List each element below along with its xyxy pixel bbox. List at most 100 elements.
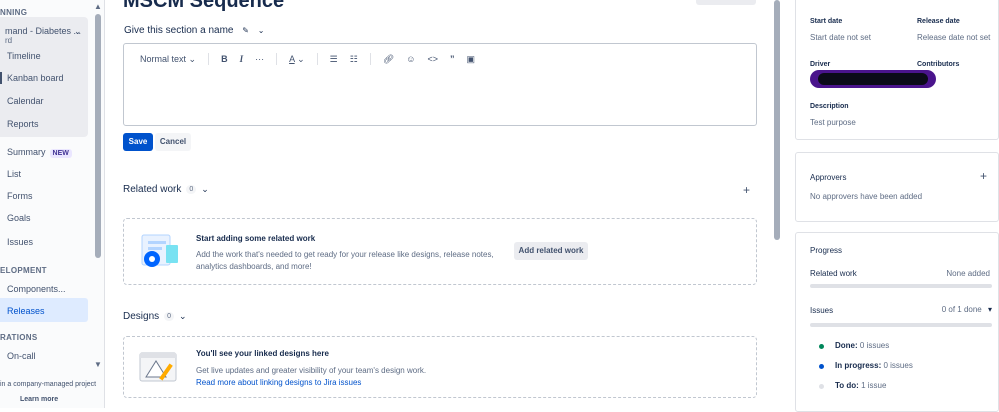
code-icon[interactable]: <> [427,54,438,64]
text-color-icon[interactable]: A ⌄ [289,54,305,65]
rich-text-editor[interactable]: Normal text ⌄ B I ··· A ⌄ ☰ ☷ 🔗︎ ☺ <> ” … [123,43,757,126]
bold-icon[interactable]: B [221,54,228,64]
sidebar-section-planning: NNING [0,8,28,17]
release-date-field[interactable]: Release date not set [917,33,990,42]
related-work-count: 0 [186,185,197,194]
main-content: MSCM Sequence · Give this section a name… [105,0,785,408]
more-formatting-icon[interactable]: ··· [255,54,264,64]
details-panel: Start date Start date not set Release da… [795,0,999,412]
todo-label: To do: [835,381,859,390]
redaction-mark [818,73,928,85]
sidebar-item-reports[interactable]: Reports [7,119,39,129]
toolbar-divider [276,53,278,65]
designs-illustration [139,352,177,382]
emoji-icon[interactable]: ☺ [406,54,415,64]
sidebar-item-releases[interactable]: Releases [7,306,45,316]
add-related-work-plus-icon[interactable]: + [743,183,750,197]
chevron-down-icon[interactable]: ⌄ [258,26,265,35]
chevron-down-icon[interactable]: ⌄ [201,184,209,195]
page-title[interactable]: MSCM Sequence [123,0,284,13]
sidebar-item-components[interactable]: Components... [7,284,66,294]
issues-done-select[interactable]: 0 of 1 done ▾ [942,305,992,314]
numbered-list-icon[interactable]: ☷ [350,54,358,65]
sidebar-item-goals[interactable]: Goals [7,213,31,223]
progress-issues-label: Issues [810,306,834,315]
approvers-empty-text: No approvers have been added [810,192,923,201]
section-name-placeholder: Give this section a name [124,25,234,36]
text-style-label: Normal text [140,53,187,64]
related-work-title: Start adding some related work [196,234,316,243]
in-progress-status-dot [819,364,824,369]
more-icon[interactable]: · [605,0,608,5]
pencil-icon[interactable]: ✎ [242,26,249,35]
issues-done-value: 0 of 1 done [941,305,982,314]
sidebar-scroll-thumb[interactable] [95,14,101,258]
toolbar-divider [316,53,318,65]
designs-header[interactable]: Designs 0 ⌄ [123,311,187,322]
todo-stat: To do: 1 issue [835,381,886,390]
in-progress-label: In progress: [835,361,882,370]
todo-status-dot [819,384,824,389]
sidebar-item-timeline[interactable]: Timeline [7,51,41,61]
related-work-header[interactable]: Related work 0 ⌄ [123,184,209,195]
new-badge: NEW [49,149,72,158]
main-scroll-thumb[interactable] [774,0,780,240]
done-value: 0 issues [859,341,890,350]
description-label: Description [810,103,849,110]
progress-heading: Progress [810,246,843,255]
sidebar-item-summary[interactable]: Summary NEW [7,147,72,158]
sidebar-item-label: Summary [7,147,46,157]
release-date-label: Release date [917,18,960,25]
project-name[interactable]: mand - Diabetes ... [5,26,81,36]
sidebar-footer-text: in a company-managed project [0,381,97,388]
issues-progress-bar [810,323,992,327]
driver-label: Driver [810,61,831,68]
cancel-button[interactable]: Cancel [155,133,191,151]
driver-field[interactable] [810,70,936,88]
release-details-card: Start date Start date not set Release da… [795,0,999,140]
sidebar-item-marker [0,72,2,84]
sidebar-item-kanban-board[interactable]: Kanban board [7,73,64,83]
contributors-label: Contributors [917,61,960,68]
done-status-dot [819,344,824,349]
chevron-down-icon[interactable]: ⌄ [179,311,187,322]
editor-toolbar: Normal text ⌄ B I ··· A ⌄ ☰ ☷ 🔗︎ ☺ <> ” … [140,52,475,66]
sidebar-scrollbar[interactable]: ▲ ▼ [94,2,102,369]
related-work-illustration [141,234,178,267]
progress-related-work-value: None added [946,269,990,278]
designs-heading: Designs [123,311,160,322]
bullet-list-icon[interactable]: ☰ [330,54,338,65]
start-date-field[interactable]: Start date not set [810,33,871,42]
description-field[interactable]: Test purpose [810,118,856,127]
save-button[interactable]: Save [123,133,153,151]
done-label: Done: [835,341,858,350]
project-chevron-icon[interactable]: ⌄ [74,26,82,37]
designs-empty-state: You'll see your linked designs here Get … [123,336,757,398]
quote-icon[interactable]: ” [450,54,455,64]
sidebar-item-list[interactable]: List [7,169,21,179]
designs-title: You'll see your linked designs here [196,349,329,358]
section-name-field[interactable]: Give this section a name ✎ ⌄ [124,25,264,36]
toolbar-divider [369,53,371,65]
designs-learn-link[interactable]: Read more about linking designs to Jira … [196,377,361,389]
italic-icon[interactable]: I [240,54,244,64]
chevron-down-icon: ▾ [987,305,992,314]
add-related-work-button[interactable]: Add related work [514,242,588,260]
learn-more-link[interactable]: Learn more [20,396,58,403]
top-action-button[interactable] [696,0,756,5]
scroll-up-icon[interactable]: ▲ [94,2,102,11]
related-work-empty-state: Start adding some related work Add the w… [123,218,757,285]
scroll-down-icon[interactable]: ▼ [94,360,102,369]
date-icon[interactable]: ▣ [466,54,475,65]
sidebar-item-on-call[interactable]: On-call [7,351,36,361]
related-work-body: Add the work that's needed to get ready … [196,250,494,271]
link-icon[interactable]: 🔗︎ [383,54,394,65]
sidebar-item-issues[interactable]: Issues [7,237,33,247]
todo-value: 1 issue [861,381,887,390]
sidebar-item-forms[interactable]: Forms [7,191,33,201]
text-style-select[interactable]: Normal text ⌄ [140,54,196,65]
main-scrollbar[interactable] [772,0,782,408]
add-approver-plus-icon[interactable]: + [980,169,987,183]
sidebar-item-calendar[interactable]: Calendar [7,96,44,106]
done-stat: Done: 0 issues [835,341,889,350]
